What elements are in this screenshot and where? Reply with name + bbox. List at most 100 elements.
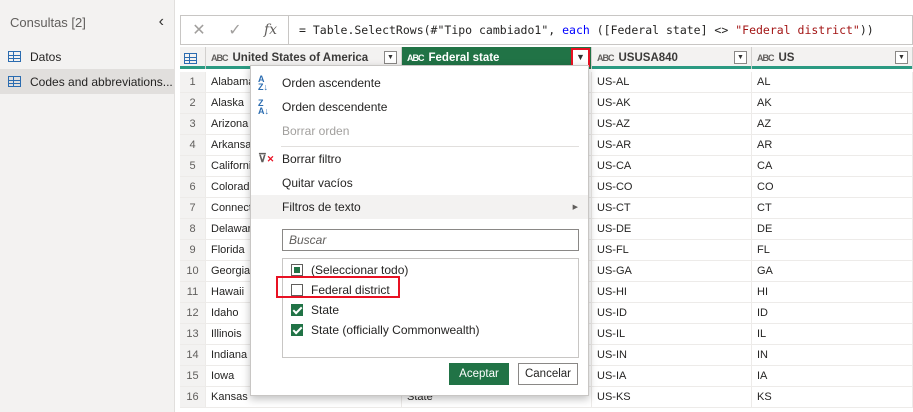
table-cell[interactable]: IN bbox=[752, 345, 913, 365]
table-cell[interactable]: US-IL bbox=[592, 324, 752, 344]
clear-filter-item[interactable]: ⊽✕ Borrar filtro bbox=[251, 147, 588, 171]
commit-formula-icon[interactable]: ✓ bbox=[217, 20, 253, 40]
formula-part: = Table.SelectRows(#"Tipo cambiado1", bbox=[299, 23, 563, 37]
row-number: 16 bbox=[180, 387, 206, 407]
table-cell[interactable]: CA bbox=[752, 156, 913, 176]
filter-menu: A Z↓ Orden ascendente Z A↓ Orden descenden… bbox=[250, 65, 589, 396]
menu-item-label: Borrar filtro bbox=[282, 152, 342, 166]
table-cell[interactable]: US-ID bbox=[592, 303, 752, 323]
table-cell[interactable]: US-HI bbox=[592, 282, 752, 302]
checkbox-checked[interactable] bbox=[291, 304, 303, 316]
table-icon bbox=[8, 51, 21, 62]
table-cell[interactable]: KS bbox=[752, 387, 913, 407]
row-number: 11 bbox=[180, 282, 206, 302]
option-label: State (officially Commonwealth) bbox=[311, 323, 480, 337]
clear-filter-icon: ⊽✕ bbox=[258, 151, 275, 165]
table-cell[interactable]: US-AK bbox=[592, 93, 752, 113]
sort-ascending-item[interactable]: A Z↓ Orden ascendente bbox=[251, 71, 588, 95]
table-cell[interactable]: US-GA bbox=[592, 261, 752, 281]
table-cell[interactable]: US-AZ bbox=[592, 114, 752, 134]
cancel-formula-icon[interactable]: ✕ bbox=[181, 20, 217, 40]
option-state[interactable]: State bbox=[291, 300, 339, 320]
table-cell[interactable]: US-AR bbox=[592, 135, 752, 155]
search-input[interactable]: Buscar bbox=[282, 229, 579, 251]
submenu-arrow-icon: ▶ bbox=[572, 204, 578, 211]
menu-item-label: Borrar orden bbox=[282, 124, 350, 138]
checkbox-checked[interactable] bbox=[291, 324, 303, 336]
column-header[interactable]: ABC US ▼ bbox=[752, 47, 913, 69]
table-cell[interactable]: US-DE bbox=[592, 219, 752, 239]
column-header-label: United States of America bbox=[232, 52, 369, 64]
column-filter-dropdown[interactable]: ▼ bbox=[734, 51, 747, 64]
table-cell[interactable]: AL bbox=[752, 72, 913, 92]
table-cell[interactable]: ID bbox=[752, 303, 913, 323]
query-item-datos[interactable]: Datos bbox=[0, 44, 174, 69]
row-number: 9 bbox=[180, 240, 206, 260]
table-cell[interactable]: US-CA bbox=[592, 156, 752, 176]
text-filters-item[interactable]: Filtros de texto ▶ bbox=[251, 195, 588, 219]
table-cell[interactable]: AZ bbox=[752, 114, 913, 134]
sort-descending-item[interactable]: Z A↓ Orden descendente bbox=[251, 95, 588, 119]
table-icon bbox=[184, 52, 197, 64]
row-number: 5 bbox=[180, 156, 206, 176]
table-cell[interactable]: CT bbox=[752, 198, 913, 218]
row-number: 1 bbox=[180, 72, 206, 92]
column-header-label: Federal state bbox=[428, 52, 500, 64]
row-number: 13 bbox=[180, 324, 206, 344]
queries-header: Consultas [2] ‹ bbox=[0, 0, 174, 44]
table-cell[interactable]: AR bbox=[752, 135, 913, 155]
table-cell[interactable]: US-FL bbox=[592, 240, 752, 260]
sort-descending-icon: Z A↓ bbox=[258, 98, 269, 116]
row-number: 10 bbox=[180, 261, 206, 281]
column-header[interactable]: ABC USUSA840 ▼ bbox=[592, 47, 752, 69]
highlight-annotation-box bbox=[276, 276, 400, 298]
clear-sort-item: Borrar orden bbox=[251, 119, 588, 143]
menu-item-label: Orden descendente bbox=[282, 100, 388, 114]
accept-button[interactable]: Aceptar bbox=[449, 363, 509, 385]
row-number: 3 bbox=[180, 114, 206, 134]
table-cell[interactable]: IL bbox=[752, 324, 913, 344]
column-filter-dropdown[interactable]: ▼ bbox=[895, 51, 908, 64]
table-cell[interactable]: CO bbox=[752, 177, 913, 197]
formula-part: ([Federal state] <> bbox=[589, 23, 736, 37]
table-cell[interactable]: DE bbox=[752, 219, 913, 239]
row-number: 15 bbox=[180, 366, 206, 386]
table-menu-icon[interactable] bbox=[180, 47, 206, 69]
table-cell[interactable]: GA bbox=[752, 261, 913, 281]
table-cell[interactable]: US-CT bbox=[592, 198, 752, 218]
collapse-pane-icon[interactable]: ‹ bbox=[159, 13, 164, 31]
option-state-commonwealth[interactable]: State (officially Commonwealth) bbox=[291, 320, 480, 340]
table-cell[interactable]: IA bbox=[752, 366, 913, 386]
option-label: State bbox=[311, 303, 340, 317]
table-cell[interactable]: US-CO bbox=[592, 177, 752, 197]
query-item-codes[interactable]: Codes and abbreviations... bbox=[0, 69, 174, 94]
text-type-icon[interactable]: ABC bbox=[757, 53, 774, 63]
table-cell[interactable]: US-AL bbox=[592, 72, 752, 92]
menu-item-label: Orden ascendente bbox=[282, 76, 381, 90]
cancel-button[interactable]: Cancelar bbox=[518, 363, 578, 385]
table-cell[interactable]: US-KS bbox=[592, 387, 752, 407]
query-label: Datos bbox=[30, 49, 62, 64]
value-checklist: (Seleccionar todo) Federal district Stat… bbox=[282, 258, 579, 358]
text-type-icon[interactable]: ABC bbox=[211, 53, 228, 63]
table-cell[interactable]: US-IN bbox=[592, 345, 752, 365]
formula-keyword: each bbox=[562, 23, 590, 37]
checkbox-partial[interactable] bbox=[291, 264, 303, 276]
table-cell[interactable]: FL bbox=[752, 240, 913, 260]
queries-title: Consultas [2] bbox=[10, 14, 86, 30]
row-number: 12 bbox=[180, 303, 206, 323]
row-number: 14 bbox=[180, 345, 206, 365]
remove-empty-item[interactable]: Quitar vacíos bbox=[251, 171, 588, 195]
query-label: Codes and abbreviations... bbox=[30, 74, 173, 89]
table-cell[interactable]: AK bbox=[752, 93, 913, 113]
table-cell[interactable]: HI bbox=[752, 282, 913, 302]
column-filter-dropdown[interactable]: ▼ bbox=[384, 51, 397, 64]
row-number: 2 bbox=[180, 93, 206, 113]
text-type-icon[interactable]: ABC bbox=[407, 53, 424, 63]
table-icon bbox=[8, 76, 21, 87]
formula-input[interactable]: = Table.SelectRows(#"Tipo cambiado1", ea… bbox=[289, 23, 874, 37]
menu-item-label: Filtros de texto bbox=[282, 200, 361, 214]
table-cell[interactable]: US-IA bbox=[592, 366, 752, 386]
fx-icon[interactable]: fx bbox=[253, 16, 289, 44]
text-type-icon[interactable]: ABC bbox=[597, 53, 614, 63]
